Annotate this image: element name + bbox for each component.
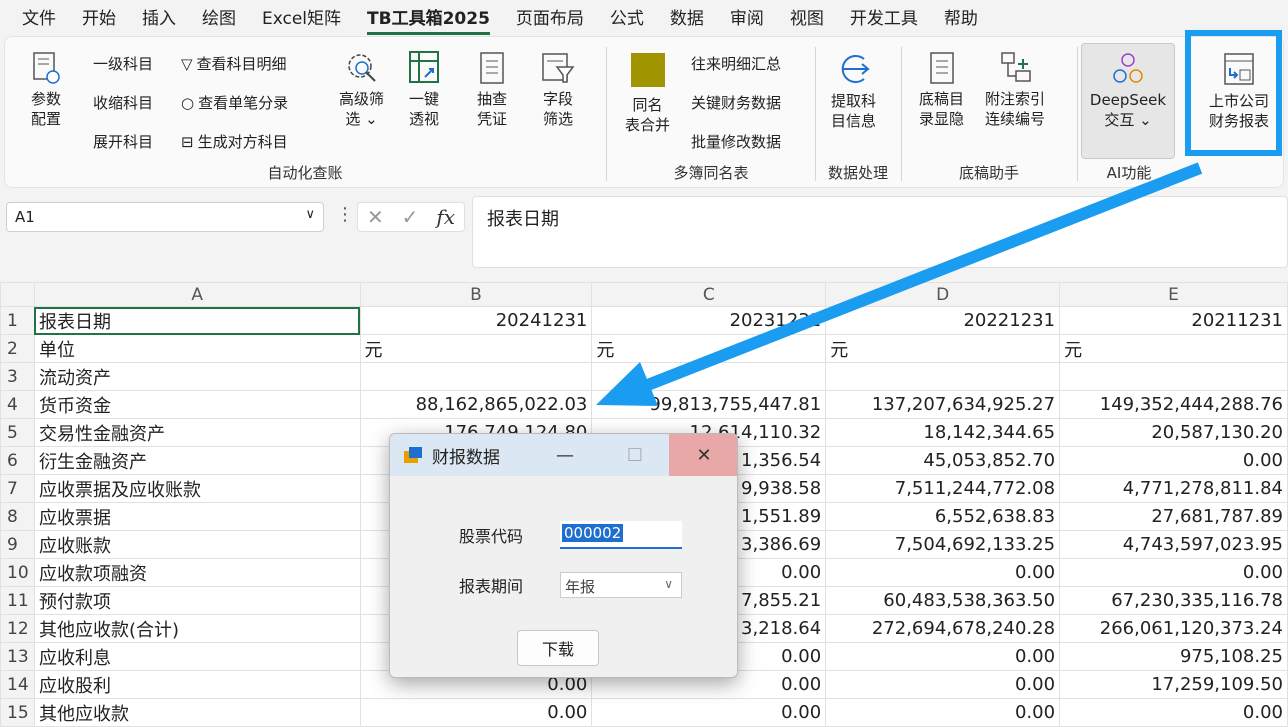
dialog-title: 财报数据 [432,447,500,468]
dialog-titlebar: 财报数据 — ☐ ✕ [390,434,737,476]
chevron-down-icon: ∨ [664,577,673,591]
stock-code-label: 股票代码 [459,527,524,546]
stock-code-value: 000002 [562,524,624,542]
period-label: 报表期间 [459,577,524,596]
period-select[interactable]: 年报 ∨ [560,572,682,598]
period-value: 年报 [565,578,596,596]
download-button[interactable]: 下载 [517,630,599,666]
close-button[interactable]: ✕ [669,434,737,476]
app-icon [404,447,422,463]
maximize-button[interactable]: ☐ [600,434,670,476]
financial-data-dialog: 财报数据 — ☐ ✕ 股票代码 000002 报表期间 年报 ∨ 下载 [389,433,738,678]
minimize-button[interactable]: — [530,434,600,476]
stock-code-input[interactable]: 000002 [560,521,682,549]
